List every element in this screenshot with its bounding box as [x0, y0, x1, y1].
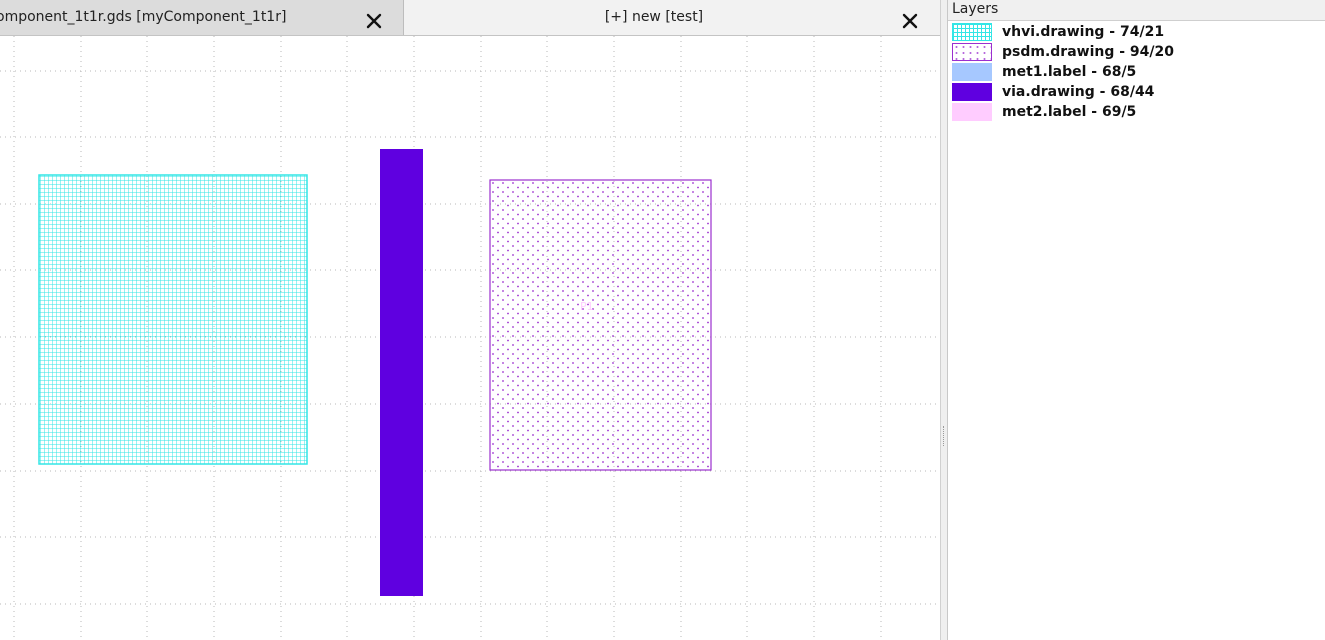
via-shape[interactable]	[380, 149, 423, 596]
layout-view[interactable]: P1	[0, 36, 940, 640]
psdm-shape[interactable]	[489, 179, 712, 471]
layer-item-met2[interactable]: met2.label - 69/5	[948, 102, 1325, 122]
psdm-shape-label: P1	[580, 300, 594, 313]
layer-item-psdm[interactable]: psdm.drawing - 94/20	[948, 42, 1325, 62]
layer-item-vhvi[interactable]: vhvi.drawing - 74/21	[948, 22, 1325, 42]
tab-mycomponent-1t1r[interactable]: omponent_1t1r.gds [myComponent_1t1r]	[0, 0, 404, 35]
layer-swatch	[952, 103, 992, 121]
layer-label: met2.label - 69/5	[1002, 104, 1137, 120]
tab-new-test[interactable]: [+] new [test]	[404, 0, 940, 35]
layer-swatch	[952, 63, 992, 81]
close-icon[interactable]	[901, 9, 919, 29]
tab-bar: omponent_1t1r.gds [myComponent_1t1r] [+]…	[0, 0, 940, 36]
layer-swatch	[952, 83, 992, 101]
tab-title: omponent_1t1r.gds [myComponent_1t1r]	[0, 9, 287, 25]
panel-splitter[interactable]	[940, 0, 948, 640]
layer-item-met1[interactable]: met1.label - 68/5	[948, 62, 1325, 82]
layers-panel-title: Layers	[948, 0, 1325, 21]
layer-label: via.drawing - 68/44	[1002, 84, 1155, 100]
layer-item-via[interactable]: via.drawing - 68/44	[948, 82, 1325, 102]
layer-swatch	[952, 43, 992, 61]
tab-title: [+] new [test]	[604, 9, 704, 25]
layer-swatch	[952, 23, 992, 41]
layer-list: vhvi.drawing - 74/21 psdm.drawing - 94/2…	[948, 22, 1325, 122]
layout-canvas[interactable]: P1	[0, 36, 940, 640]
layer-label: vhvi.drawing - 74/21	[1002, 24, 1165, 40]
vhvi-shape[interactable]	[38, 174, 308, 465]
splitter-grip-icon	[943, 426, 946, 446]
layer-label: psdm.drawing - 94/20	[1002, 44, 1175, 60]
layer-label: met1.label - 68/5	[1002, 64, 1137, 80]
layers-panel: Layers vhvi.drawing - 74/21 psdm.drawing…	[948, 0, 1325, 640]
close-icon[interactable]	[365, 9, 383, 29]
